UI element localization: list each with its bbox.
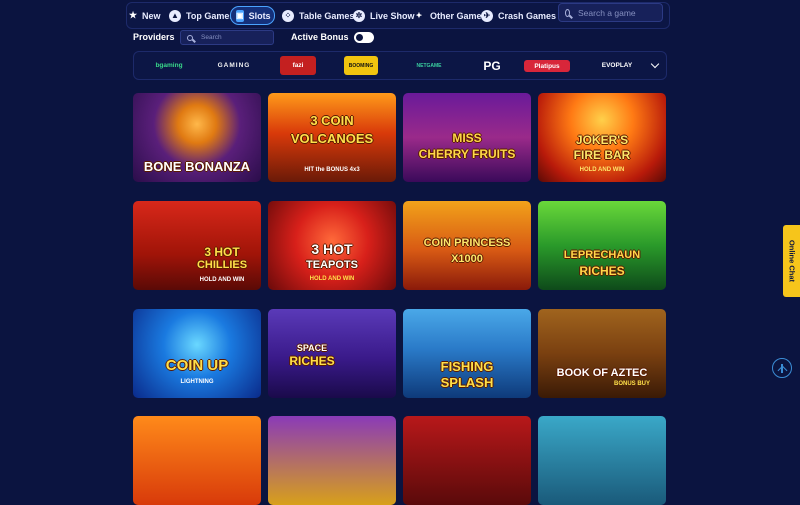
game-tile[interactable]: 3 COIN VOLCANOES HIT the BONUS 4x3 — [268, 93, 396, 182]
game-subtitle: HIT the BONUS 4x3 — [304, 167, 360, 173]
online-chat-button[interactable]: Online Chat — [783, 225, 800, 297]
game-title: COIN UP — [165, 357, 229, 374]
other-games-icon: ✦ — [415, 11, 423, 20]
game-title-line2: RICHES — [579, 264, 625, 278]
game-tile[interactable] — [268, 416, 396, 505]
game-title: COIN PRINCESS — [423, 237, 511, 249]
provider-gaming[interactable]: GAMING — [209, 56, 259, 75]
game-title-line2: VOLCANOES — [290, 131, 374, 146]
provider-strip: bgaming GAMING fazi BOOMING NETGAME PG P… — [133, 51, 667, 80]
game-tile[interactable] — [538, 416, 666, 505]
flame-icon: ▲ — [169, 9, 181, 22]
game-subtitle: HOLD AND WIN — [309, 276, 355, 282]
live-show-icon: ✲ — [353, 9, 365, 22]
scroll-to-top-icon[interactable] — [772, 358, 792, 378]
game-title: BOOK OF AZTEC — [556, 367, 648, 379]
provider-evoplay[interactable]: EVOPLAY — [594, 56, 640, 75]
game-tile[interactable]: JOKER'S FIRE BAR HOLD AND WIN — [538, 93, 666, 182]
game-title-line2: CHILLIES — [196, 259, 248, 271]
category-live-show[interactable]: ✲ Live Show — [353, 6, 415, 25]
game-title: BONE BONANZA — [143, 159, 251, 174]
game-title: 3 HOT — [204, 245, 240, 259]
search-icon — [187, 34, 193, 41]
game-subtitle: LIGHTNING — [180, 379, 214, 385]
game-subtitle: HOLD AND WIN — [579, 167, 625, 173]
active-bonus-label: Active Bonus — [291, 32, 349, 42]
game-tile[interactable]: COIN UP LIGHTNING — [133, 309, 261, 398]
game-search[interactable] — [558, 3, 663, 22]
category-crash-games[interactable]: ✈ Crash Games — [481, 6, 556, 25]
game-tile[interactable]: BONE BONANZA — [133, 93, 261, 182]
game-title-line2: CHERRY FRUITS — [418, 147, 516, 161]
game-subtitle: HOLD AND WIN — [199, 277, 245, 283]
category-label: Live Show — [370, 10, 415, 21]
game-tile[interactable]: COIN PRINCESS X1000 — [403, 201, 531, 290]
game-title: 3 COIN — [310, 113, 354, 128]
providers-label: Providers — [133, 32, 175, 42]
game-tile[interactable]: FISHING SPLASH — [403, 309, 531, 398]
star-icon: ★ — [128, 10, 138, 20]
game-title: FISHING — [440, 359, 494, 374]
game-subtitle: BONUS BUY — [613, 381, 650, 387]
category-label: New — [142, 10, 161, 21]
provider-platipus[interactable]: Platipus — [524, 60, 570, 72]
provider-booming[interactable]: BOOMING — [344, 56, 378, 75]
category-slots[interactable]: ▣ Slots — [230, 6, 275, 25]
category-label: Other Games — [430, 10, 487, 21]
game-tile[interactable]: LEPRECHAUN RICHES — [538, 201, 666, 290]
game-title: JOKER'S — [575, 133, 629, 147]
game-tile[interactable]: 3 HOT CHILLIES HOLD AND WIN — [133, 201, 261, 290]
game-title-line2: TEAPOTS — [306, 259, 358, 271]
dice-icon: ⁘ — [282, 9, 294, 22]
provider-pg[interactable]: PG — [474, 56, 510, 75]
game-title-line2: FIRE BAR — [573, 148, 631, 162]
game-title-line2: X1000 — [451, 253, 483, 265]
game-title: MISS — [452, 131, 482, 145]
category-label: Top Games — [186, 10, 235, 21]
game-title: 3 HOT — [311, 241, 353, 257]
category-table-games[interactable]: ⁘ Table Games — [282, 6, 354, 25]
game-tile[interactable]: BOOK OF AZTEC BONUS BUY — [538, 309, 666, 398]
category-top-games[interactable]: ▲ Top Games — [169, 6, 234, 25]
chevron-down-icon[interactable] — [650, 59, 660, 69]
game-title-line2: RICHES — [289, 354, 335, 368]
game-title: LEPRECHAUN — [563, 249, 641, 261]
provider-fazi[interactable]: fazi — [280, 56, 316, 75]
crash-games-icon: ✈ — [481, 9, 493, 22]
provider-search-input[interactable] — [199, 33, 273, 42]
game-tile[interactable]: MISS CHERRY FRUITS — [403, 93, 531, 182]
category-label: Slots — [248, 10, 271, 21]
game-tile[interactable]: 3 HOT TEAPOTS HOLD AND WIN — [268, 201, 396, 290]
provider-bgaming[interactable]: bgaming — [144, 56, 194, 75]
active-bonus-toggle[interactable] — [354, 32, 374, 43]
provider-netgame[interactable]: NETGAME — [409, 56, 449, 75]
game-title-line2: SPLASH — [440, 375, 494, 390]
online-chat-label: Online Chat — [787, 239, 796, 283]
game-tile[interactable] — [133, 416, 261, 505]
game-title: SPACE — [296, 343, 328, 353]
category-label: Table Games — [299, 10, 355, 21]
provider-search[interactable] — [180, 30, 274, 45]
category-other-games[interactable]: ✦ Other Games — [413, 6, 487, 25]
slot-machine-icon: ▣ — [236, 9, 244, 22]
game-search-input[interactable] — [576, 6, 662, 19]
game-tile[interactable] — [403, 416, 531, 505]
game-tile[interactable]: SPACE RICHES — [268, 309, 396, 398]
category-label: Crash Games — [498, 10, 557, 21]
category-new[interactable]: ★ New — [129, 6, 161, 25]
search-icon — [565, 8, 570, 17]
